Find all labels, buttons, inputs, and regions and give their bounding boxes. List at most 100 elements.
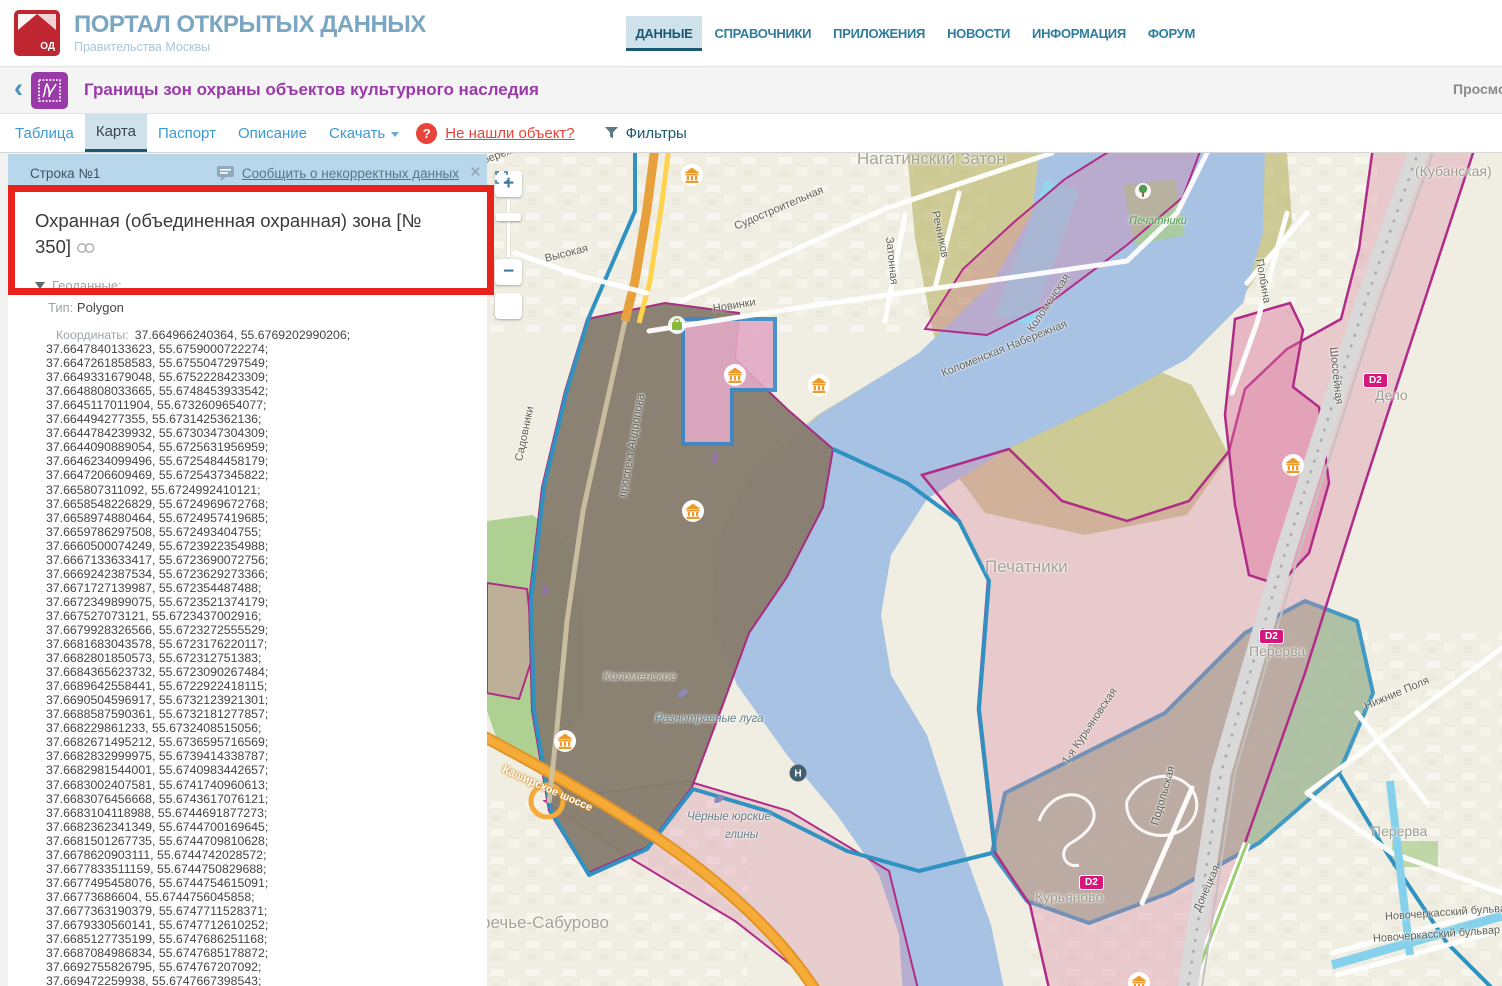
coordinate-pair: 37.6667133633417, 55.6723690072756;: [46, 553, 473, 567]
coordinate-pair: 37.6644784239932, 55.6730347304309;: [46, 426, 473, 440]
tab-скачать[interactable]: Скачать: [318, 114, 410, 152]
link-icon[interactable]: [76, 235, 96, 261]
not-found-link[interactable]: Не нашли объект?: [445, 125, 574, 142]
geodata-toggle[interactable]: Геоданные:: [35, 278, 473, 293]
coordinate-pair: 37.6647206609469, 55.6725437345822;: [46, 468, 473, 482]
tab-label: Таблица: [15, 125, 74, 142]
dataset-icon: [31, 72, 68, 109]
geometry-type: Тип: Polygon: [35, 300, 473, 315]
coordinate-pair: 37.6648808033665, 55.6748453933542;: [46, 384, 473, 398]
page-title: Границы зон охраны объектов культурного …: [84, 80, 539, 100]
coordinate-pair: 37.6683104118988, 55.6744691877273;: [46, 806, 473, 820]
object-title: Охранная (объединенная охранная) зона [№…: [35, 208, 455, 261]
nav-item-справочники[interactable]: СПРАВОЧНИКИ: [706, 16, 821, 51]
map-zoom-control: + −: [495, 171, 522, 319]
views-label[interactable]: Просмотров: [1453, 81, 1502, 97]
coordinate-pair: 37.6649331679048, 55.6752228423309;: [46, 370, 473, 384]
coordinate-pair: 37.6644090889054, 55.6725631956959;: [46, 440, 473, 454]
museum-icon: [1282, 454, 1304, 476]
shop-icon: [668, 316, 686, 334]
coordinate-pair: 37.6645117011904, 55.6732609654077;: [46, 398, 473, 412]
report-incorrect-link[interactable]: Сообщить о некорректных данных: [217, 166, 459, 181]
map-canvas[interactable]: H: [487, 153, 1502, 986]
coordinate-pair: 37.6671727139987, 55.672354487488;: [46, 581, 473, 595]
close-icon[interactable]: ×: [470, 163, 481, 182]
row-title: Строка №1: [30, 166, 100, 181]
coordinate-pair: 37.669472259938, 55.6747667398543;: [46, 974, 473, 986]
coordinate-pair: 37.6677363190379, 55.6747711528371;: [46, 904, 473, 918]
logo-text: ОД: [40, 41, 55, 52]
coordinate-pair: 37.6683076456668, 55.6743617076121;: [46, 792, 473, 806]
main-area: H: [0, 153, 1502, 986]
coordinate-pair: 37.665807311092, 55.6724992410121;: [46, 483, 473, 497]
museum-icon: [808, 374, 830, 396]
coordinate-pair: 37.6681501267735, 55.6744709810628;: [46, 834, 473, 848]
coordinate-pair: 37.6658974880464, 55.6724957419685;: [46, 511, 473, 525]
coordinate-pair: 37.6679330560141, 55.6747712610252;: [46, 918, 473, 932]
museum-icon: [682, 500, 704, 522]
coordinate-pair: 37.6682362341349, 55.6744700169645;: [46, 820, 473, 834]
nav-item-приложения[interactable]: ПРИЛОЖЕНИЯ: [824, 16, 934, 51]
coordinate-pair: 37.6681683043578, 55.6723176220117;: [46, 637, 473, 651]
coordinate-pair: 37.6658548226829, 55.6724969672768;: [46, 497, 473, 511]
zoom-slider[interactable]: [507, 199, 510, 257]
coordinate-pair: 37.6684365623732, 55.6723090267484;: [46, 665, 473, 679]
portal-logo-icon[interactable]: ОД: [14, 10, 60, 56]
coordinate-pair: 37.6685127735199, 55.6747686251168;: [46, 932, 473, 946]
filters-label: Фильтры: [626, 125, 687, 142]
fullscreen-button[interactable]: [495, 293, 522, 319]
coordinate-pair: 37.6678620903111, 55.6744742028572;: [46, 848, 473, 862]
coordinates-first-line: Координаты:37.664966240364, 55.676920299…: [46, 328, 473, 342]
coordinate-pair: 37.664494277355, 55.6731425362136;: [46, 412, 473, 426]
tab-label: Паспорт: [158, 125, 216, 142]
museum-icon: [681, 164, 703, 186]
coordinate-pair: 37.6669242387534, 55.6723629273366;: [46, 567, 473, 581]
filters-button[interactable]: Фильтры: [605, 114, 687, 152]
nav-item-новости[interactable]: НОВОСТИ: [938, 16, 1019, 51]
tab-таблица[interactable]: Таблица: [4, 114, 85, 152]
helipad-icon: [790, 765, 807, 782]
filter-funnel-icon: [605, 127, 619, 139]
coordinates-list: 37.6647840133623, 55.6759000722274; 37.66…: [46, 342, 473, 986]
coordinate-pair: 37.6688587590361, 55.6732181277857;: [46, 707, 473, 721]
coordinate-pair: 37.668229861233, 55.6732408515056;: [46, 721, 473, 735]
coordinate-pair: 37.6690504596917, 55.6732123921301;: [46, 693, 473, 707]
tab-bar: Таблица Карта Паспорт Описание Скачать ? Не …: [0, 114, 1502, 153]
zoom-out-button[interactable]: −: [495, 259, 522, 285]
coordinate-pair: 37.6659786297508, 55.672493404755;: [46, 525, 473, 539]
tab-описание[interactable]: Описание: [227, 114, 318, 152]
tab-карта[interactable]: Карта: [85, 114, 147, 152]
coordinate-pair: 37.667527073121, 55.6723437002916;: [46, 609, 473, 623]
tab-паспорт[interactable]: Паспорт: [147, 114, 227, 152]
coordinate-pair: 37.6677833511159, 55.6744750829688;: [46, 862, 473, 876]
portal-titles: ПОРТАЛ ОТКРЫТЫХ ДАННЫХ Правительства Мос…: [74, 13, 426, 54]
coordinate-pair: 37.6683002407581, 55.6741740960613;: [46, 778, 473, 792]
tab-label: Карта: [96, 123, 136, 140]
tab-label: Описание: [238, 125, 307, 142]
coordinate-pair: 37.6682981544001, 55.6740983442657;: [46, 763, 473, 777]
coordinate-pair: 37.6687084986834, 55.6747685178872;: [46, 946, 473, 960]
tab-label: Скачать: [329, 125, 385, 142]
coordinate-pair: 37.6679928326566, 55.6723272555529;: [46, 623, 473, 637]
coordinate-pair: 37.6682832999975, 55.6739414338787;: [46, 749, 473, 763]
report-incorrect-label: Сообщить о некорректных данных: [242, 166, 459, 181]
feature-panel: Строка №1 Сообщить о некорректных данных…: [8, 154, 487, 986]
portal-subtitle: Правительства Москвы: [74, 40, 426, 54]
tab-items: Таблица Карта Паспорт Описание Скачать: [4, 114, 410, 152]
nav-item-данные[interactable]: ДАННЫЕ: [626, 16, 701, 51]
tree-icon: [1135, 183, 1151, 199]
coordinate-pair: 37.6682671495212, 55.6736595716569;: [46, 735, 473, 749]
museum-icon: [554, 730, 576, 752]
feature-panel-body: Охранная (объединенная охранная) зона [№…: [8, 192, 487, 986]
zoom-slider-handle[interactable]: [496, 213, 521, 221]
nav-item-информация[interactable]: ИНФОРМАЦИЯ: [1023, 16, 1135, 51]
portal-title: ПОРТАЛ ОТКРЫТЫХ ДАННЫХ: [74, 13, 426, 37]
coordinates-block: Координаты:37.664966240364, 55.676920299…: [35, 328, 473, 986]
coordinate-pair: 37.6646234099496, 55.6725484458179;: [46, 454, 473, 468]
back-button[interactable]: ‹: [14, 78, 23, 98]
feature-panel-header: Строка №1 Сообщить о некорректных данных…: [8, 154, 487, 192]
coordinate-pair: 37.6647840133623, 55.6759000722274;: [46, 342, 473, 356]
breadcrumb: ‹ Границы зон охраны объектов культурног…: [0, 66, 1502, 114]
nav-item-форум[interactable]: ФОРУМ: [1139, 16, 1204, 51]
help-icon[interactable]: ?: [416, 123, 437, 144]
